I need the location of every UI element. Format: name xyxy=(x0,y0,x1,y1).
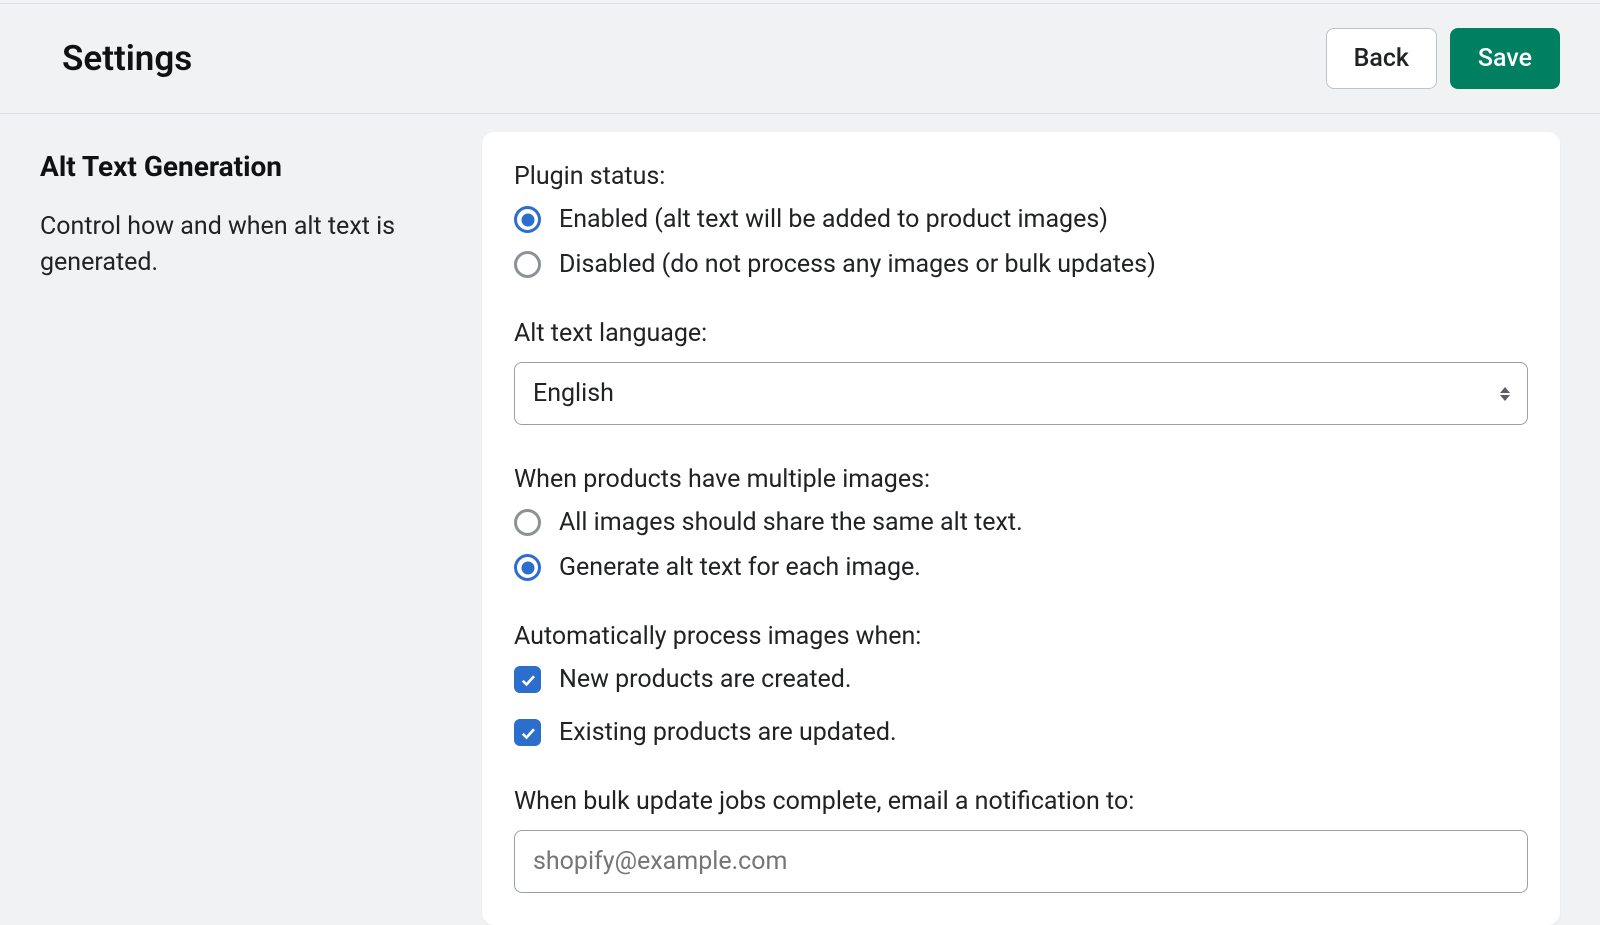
checkbox-updated-products[interactable] xyxy=(514,719,541,746)
radio-share-alt-label[interactable]: All images should share the same alt tex… xyxy=(559,508,1023,537)
page-title: Settings xyxy=(62,38,192,79)
notification-email-input[interactable] xyxy=(514,830,1528,893)
section-summary: Alt Text Generation Control how and when… xyxy=(40,132,442,925)
back-button[interactable]: Back xyxy=(1326,28,1437,89)
language-select-wrapper: English xyxy=(514,362,1528,425)
section-description: Control how and when alt text is generat… xyxy=(40,209,442,282)
checkbox-new-products-label[interactable]: New products are created. xyxy=(559,665,851,694)
check-icon xyxy=(519,724,537,742)
save-button[interactable]: Save xyxy=(1450,28,1560,89)
settings-header: Settings Back Save xyxy=(0,3,1600,114)
content-area: Alt Text Generation Control how and when… xyxy=(0,114,1600,925)
settings-card: Plugin status: Enabled (alt text will be… xyxy=(482,132,1560,925)
multi-share-row[interactable]: All images should share the same alt tex… xyxy=(514,508,1528,537)
auto-process-label: Automatically process images when: xyxy=(514,622,1528,651)
auto-process-group: Automatically process images when: New p… xyxy=(514,622,1528,747)
checkbox-updated-products-label[interactable]: Existing products are updated. xyxy=(559,718,897,747)
radio-enabled[interactable] xyxy=(514,206,541,233)
auto-new-row[interactable]: New products are created. xyxy=(514,665,1528,694)
multiple-images-group: When products have multiple images: All … xyxy=(514,465,1528,582)
checkbox-new-products[interactable] xyxy=(514,666,541,693)
multiple-images-label: When products have multiple images: xyxy=(514,465,1528,494)
plugin-status-group: Plugin status: Enabled (alt text will be… xyxy=(514,162,1528,279)
notification-group: When bulk update jobs complete, email a … xyxy=(514,787,1528,893)
radio-disabled-label[interactable]: Disabled (do not process any images or b… xyxy=(559,250,1156,279)
language-group: Alt text language: English xyxy=(514,319,1528,425)
radio-disabled[interactable] xyxy=(514,251,541,278)
notification-label: When bulk update jobs complete, email a … xyxy=(514,787,1528,816)
radio-enabled-label[interactable]: Enabled (alt text will be added to produ… xyxy=(559,205,1108,234)
header-actions: Back Save xyxy=(1326,28,1560,89)
auto-updated-row[interactable]: Existing products are updated. xyxy=(514,718,1528,747)
plugin-status-label: Plugin status: xyxy=(514,162,1528,191)
radio-each-alt-label[interactable]: Generate alt text for each image. xyxy=(559,553,921,582)
radio-share-alt[interactable] xyxy=(514,509,541,536)
section-title: Alt Text Generation xyxy=(40,150,442,183)
plugin-status-enabled-row[interactable]: Enabled (alt text will be added to produ… xyxy=(514,205,1528,234)
radio-each-alt[interactable] xyxy=(514,554,541,581)
check-icon xyxy=(519,671,537,689)
multi-each-row[interactable]: Generate alt text for each image. xyxy=(514,553,1528,582)
language-label: Alt text language: xyxy=(514,319,1528,348)
language-select[interactable]: English xyxy=(514,362,1528,425)
plugin-status-disabled-row[interactable]: Disabled (do not process any images or b… xyxy=(514,250,1528,279)
